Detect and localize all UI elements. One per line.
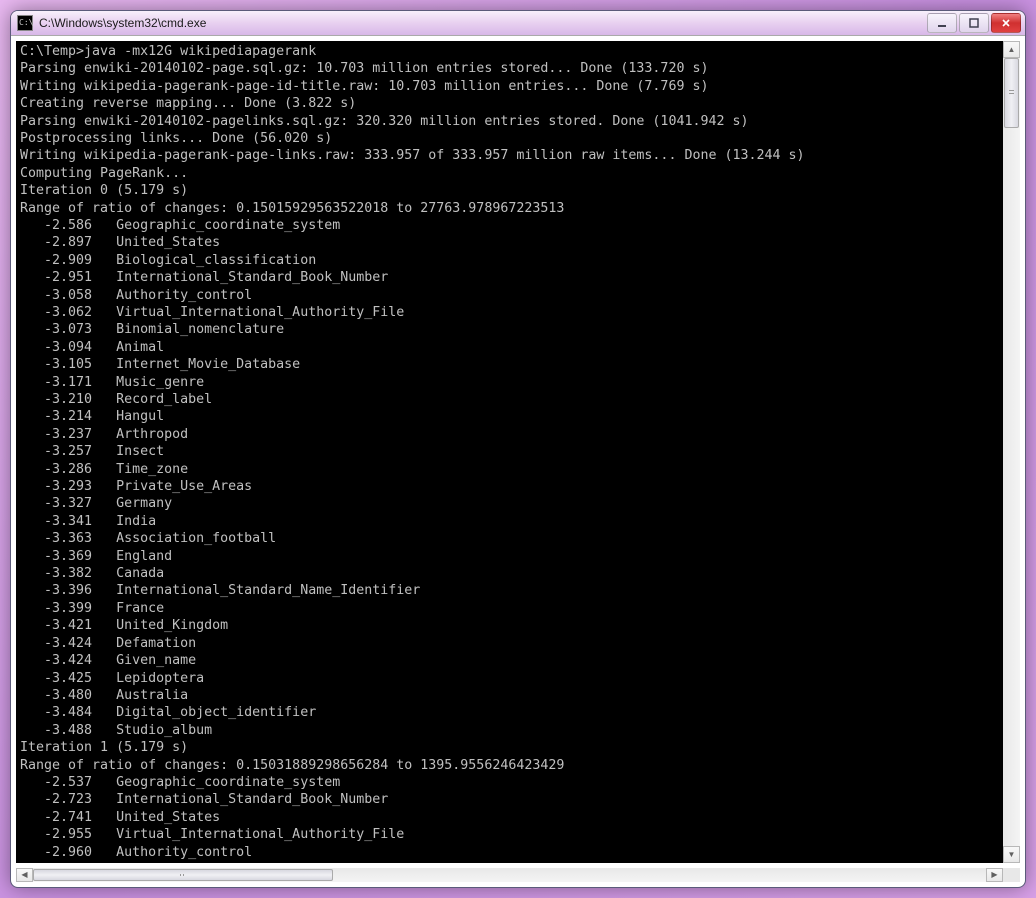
console-line: -2.741 United_States — [20, 809, 999, 826]
cmd-window: C:\ C:\Windows\system32\cmd.exe C:\Temp>… — [10, 10, 1026, 888]
console-line: Iteration 0 (5.179 s) — [20, 182, 999, 199]
console-line: -2.723 International_Standard_Book_Numbe… — [20, 791, 999, 808]
vertical-scroll-thumb[interactable] — [1004, 58, 1019, 128]
console-line: -3.105 Internet_Movie_Database — [20, 356, 999, 373]
horizontal-scroll-thumb[interactable] — [33, 869, 333, 881]
console-line: -3.369 England — [20, 548, 999, 565]
console-line: -3.286 Time_zone — [20, 461, 999, 478]
console-line: -3.214 Hangul — [20, 408, 999, 425]
minimize-icon — [936, 18, 948, 28]
console-output[interactable]: C:\Temp>java -mx12G wikipediapagerankPar… — [16, 41, 1003, 863]
console-line: -3.399 France — [20, 600, 999, 617]
console-line: -3.073 Binomial_nomenclature — [20, 321, 999, 338]
console-line: -3.424 Given_name — [20, 652, 999, 669]
horizontal-scrollbar[interactable]: ◀ ▶ — [16, 868, 1020, 882]
vertical-scroll-track[interactable] — [1003, 58, 1020, 846]
scroll-right-button[interactable]: ▶ — [986, 868, 1003, 882]
console-line: -2.951 International_Standard_Book_Numbe… — [20, 269, 999, 286]
console-line: C:\Temp>java -mx12G wikipediapagerank — [20, 43, 999, 60]
console-line: -3.421 United_Kingdom — [20, 617, 999, 634]
console-line: -3.363 Association_football — [20, 530, 999, 547]
console-line: -3.341 India — [20, 513, 999, 530]
window-title: C:\Windows\system32\cmd.exe — [39, 16, 927, 30]
window-controls — [927, 13, 1021, 33]
console-line: -2.955 Virtual_International_Authority_F… — [20, 826, 999, 843]
titlebar[interactable]: C:\ C:\Windows\system32\cmd.exe — [11, 11, 1025, 36]
console-line: Writing wikipedia-pagerank-page-links.ra… — [20, 147, 999, 164]
horizontal-scroll-track[interactable] — [33, 868, 986, 882]
console-line: Range of ratio of changes: 0.15031889298… — [20, 757, 999, 774]
console-line: -3.171 Music_genre — [20, 374, 999, 391]
console-line: -2.586 Geographic_coordinate_system — [20, 217, 999, 234]
console-line: Iteration 1 (5.179 s) — [20, 739, 999, 756]
console-line: -2.909 Biological_classification — [20, 252, 999, 269]
console-line: Range of ratio of changes: 0.15015929563… — [20, 200, 999, 217]
console-line: Creating reverse mapping... Done (3.822 … — [20, 95, 999, 112]
console-area: C:\Temp>java -mx12G wikipediapagerankPar… — [16, 41, 1020, 863]
console-line: -3.062 Virtual_International_Authority_F… — [20, 304, 999, 321]
console-line: -3.488 Studio_album — [20, 722, 999, 739]
scroll-left-button[interactable]: ◀ — [16, 868, 33, 882]
console-line: Computing PageRank... — [20, 165, 999, 182]
scroll-up-button[interactable]: ▲ — [1003, 41, 1020, 58]
scroll-down-button[interactable]: ▼ — [1003, 846, 1020, 863]
console-line: Writing wikipedia-pagerank-page-id-title… — [20, 78, 999, 95]
console-line: -3.293 Private_Use_Areas — [20, 478, 999, 495]
scrollbar-corner — [1003, 868, 1020, 882]
console-line: -3.210 Record_label — [20, 391, 999, 408]
console-line: Parsing enwiki-20140102-pagelinks.sql.gz… — [20, 113, 999, 130]
console-line: -3.396 International_Standard_Name_Ident… — [20, 582, 999, 599]
console-line: -3.480 Australia — [20, 687, 999, 704]
console-line: -3.484 Digital_object_identifier — [20, 704, 999, 721]
console-line: -3.237 Arthropod — [20, 426, 999, 443]
console-line: Parsing enwiki-20140102-page.sql.gz: 10.… — [20, 60, 999, 77]
console-line: -2.897 United_States — [20, 234, 999, 251]
console-line: -2.537 Geographic_coordinate_system — [20, 774, 999, 791]
console-line: -3.094 Animal — [20, 339, 999, 356]
console-line: -3.424 Defamation — [20, 635, 999, 652]
close-icon — [1000, 18, 1012, 28]
close-button[interactable] — [991, 13, 1021, 33]
console-line: -3.425 Lepidoptera — [20, 670, 999, 687]
console-line: -3.382 Canada — [20, 565, 999, 582]
maximize-icon — [968, 18, 980, 28]
console-line: -3.058 Authority_control — [20, 287, 999, 304]
cmd-icon: C:\ — [17, 15, 33, 31]
minimize-button[interactable] — [927, 13, 957, 33]
console-line: -3.257 Insect — [20, 443, 999, 460]
console-line: Postprocessing links... Done (56.020 s) — [20, 130, 999, 147]
maximize-button[interactable] — [959, 13, 989, 33]
console-line: -2.960 Authority_control — [20, 844, 999, 861]
vertical-scrollbar[interactable]: ▲ ▼ — [1003, 41, 1020, 863]
console-line: -3.327 Germany — [20, 495, 999, 512]
